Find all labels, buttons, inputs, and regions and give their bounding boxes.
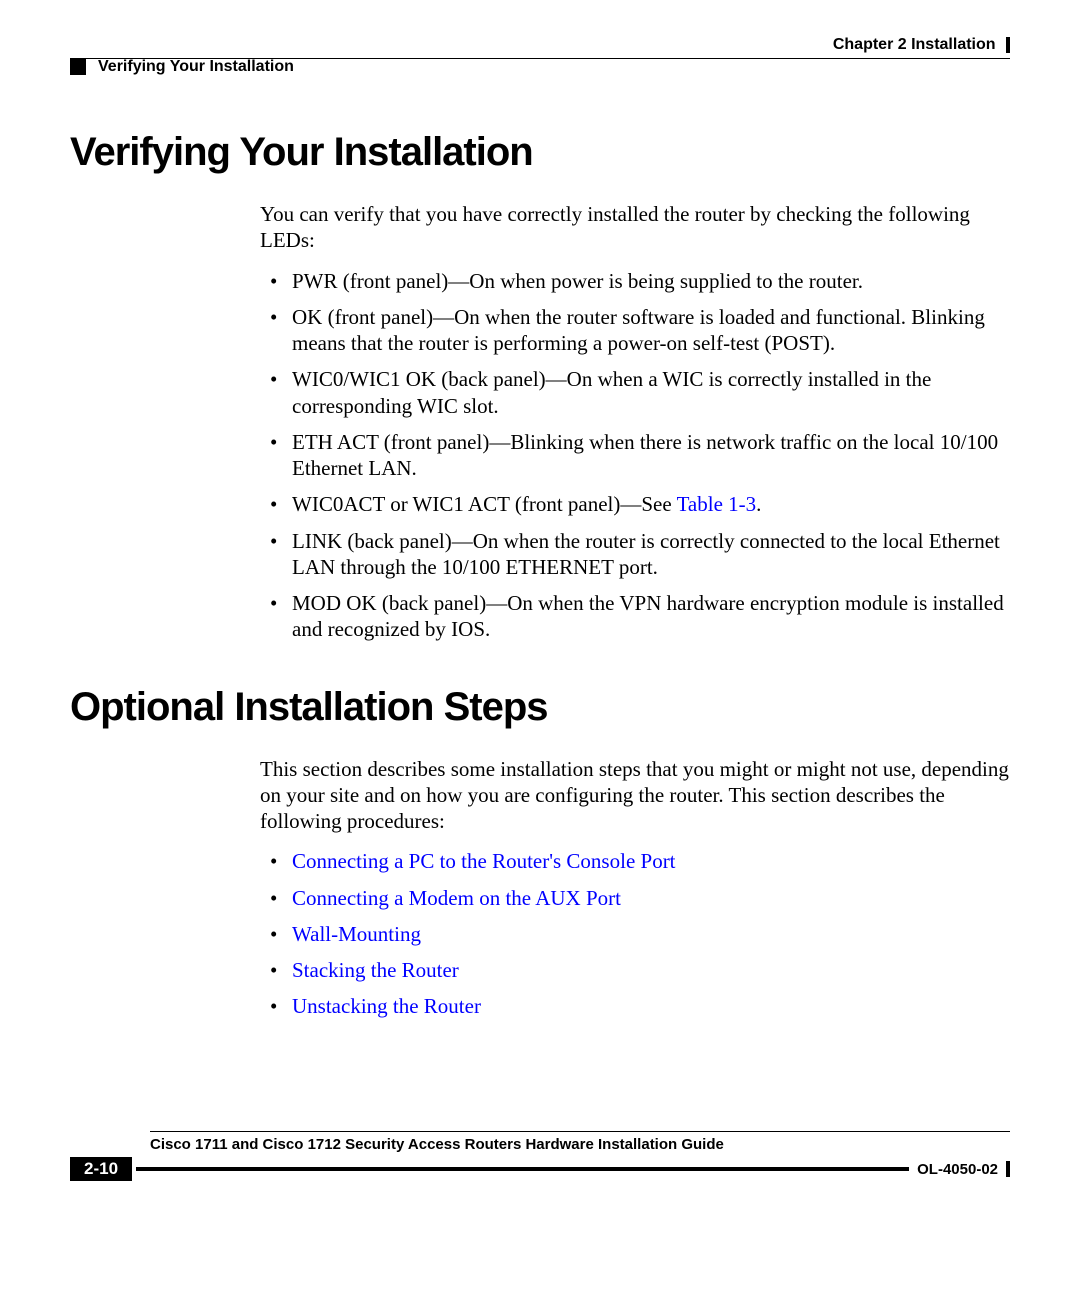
section2-intro: This section describes some installation… — [260, 756, 1010, 835]
list-item: Wall-Mounting — [260, 921, 1010, 947]
footer-bar-icon — [136, 1167, 909, 1171]
page-content: Verifying Your Installation You can veri… — [70, 130, 1010, 1030]
page-header: Chapter 2 Installation Verifying Your In… — [0, 36, 1080, 76]
page-footer: Cisco 1711 and Cisco 1712 Security Acces… — [70, 1131, 1010, 1181]
list-item: WIC0/WIC1 OK (back panel)—On when a WIC … — [260, 366, 1010, 419]
procedure-link[interactable]: Connecting a PC to the Router's Console … — [292, 849, 676, 873]
procedure-link[interactable]: Stacking the Router — [292, 958, 459, 982]
item-text: WIC0ACT or WIC1 ACT (front panel)—See — [292, 492, 677, 516]
footer-guide-title: Cisco 1711 and Cisco 1712 Security Acces… — [150, 1136, 1010, 1153]
header-square-icon — [70, 59, 86, 75]
procedure-link[interactable]: Wall-Mounting — [292, 922, 421, 946]
led-list: PWR (front panel)—On when power is being… — [260, 268, 1010, 643]
footer-rule — [150, 1131, 1010, 1132]
section2: Optional Installation Steps This section… — [70, 685, 1010, 1020]
item-text: . — [756, 492, 761, 516]
heading-verifying: Verifying Your Installation — [70, 130, 1010, 175]
procedure-link[interactable]: Unstacking the Router — [292, 994, 481, 1018]
header-section: Verifying Your Installation — [70, 58, 1010, 76]
list-item: Stacking the Router — [260, 957, 1010, 983]
list-item: ETH ACT (front panel)—Blinking when ther… — [260, 429, 1010, 482]
list-item: WIC0ACT or WIC1 ACT (front panel)—See Ta… — [260, 491, 1010, 517]
heading-optional: Optional Installation Steps — [70, 685, 1010, 730]
section1-body: You can verify that you have correctly i… — [260, 201, 1010, 643]
header-bar-icon — [1006, 37, 1010, 53]
list-item: LINK (back panel)—On when the router is … — [260, 528, 1010, 581]
footer-doc-id: OL-4050-02 — [917, 1161, 998, 1178]
page-number: 2-10 — [70, 1157, 132, 1181]
chapter-label: Chapter 2 Installation — [833, 36, 996, 53]
footer-bottom-bar: 2-10 OL-4050-02 — [70, 1157, 1010, 1181]
procedure-list: Connecting a PC to the Router's Console … — [260, 848, 1010, 1019]
header-chapter: Chapter 2 Installation — [70, 36, 1010, 54]
list-item: MOD OK (back panel)—On when the VPN hard… — [260, 590, 1010, 643]
section-label: Verifying Your Installation — [98, 58, 294, 76]
section2-body: This section describes some installation… — [260, 756, 1010, 1020]
section1-intro: You can verify that you have correctly i… — [260, 201, 1010, 254]
footer-bar-icon — [1006, 1161, 1010, 1177]
list-item: Connecting a Modem on the AUX Port — [260, 885, 1010, 911]
list-item: PWR (front panel)—On when power is being… — [260, 268, 1010, 294]
table-link[interactable]: Table 1-3 — [677, 492, 757, 516]
list-item: OK (front panel)—On when the router soft… — [260, 304, 1010, 357]
list-item: Unstacking the Router — [260, 993, 1010, 1019]
list-item: Connecting a PC to the Router's Console … — [260, 848, 1010, 874]
procedure-link[interactable]: Connecting a Modem on the AUX Port — [292, 886, 621, 910]
